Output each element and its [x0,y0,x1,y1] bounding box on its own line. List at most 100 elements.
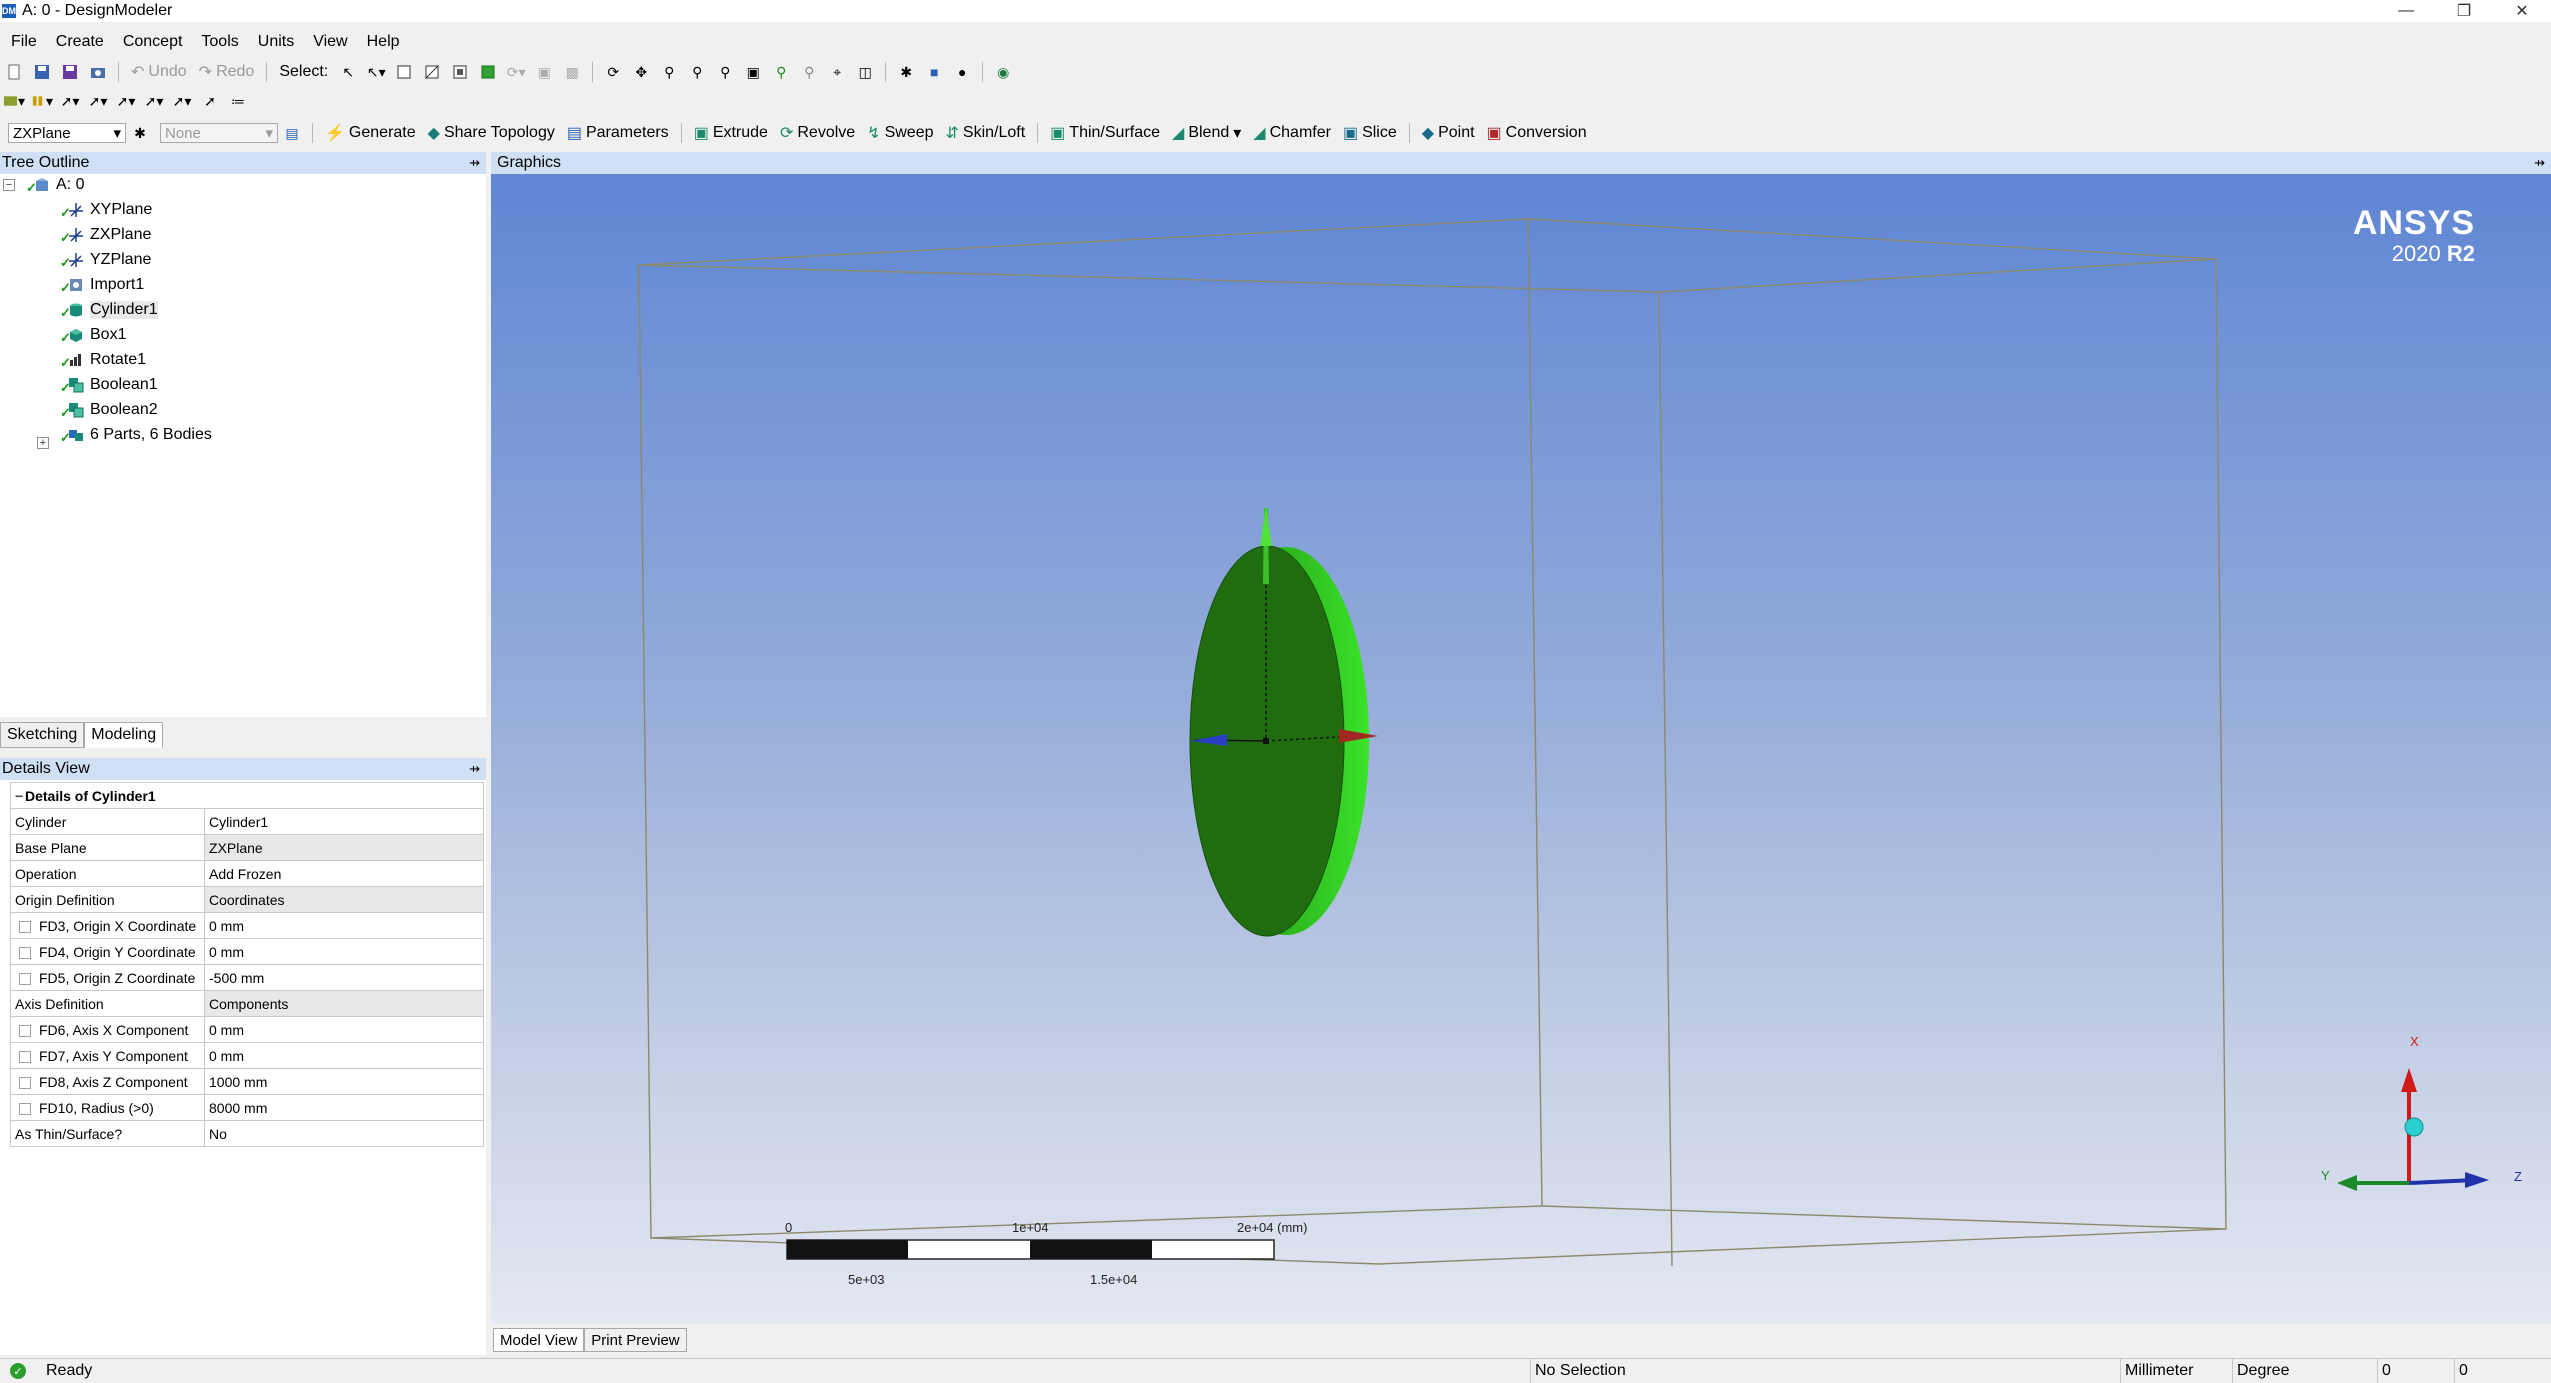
edge-coloring-icon[interactable]: ▾ [31,91,53,111]
property-value[interactable]: 0 mm [204,1016,484,1043]
details-row[interactable]: FD4, Origin Y Coordinate 0 mm [10,938,484,965]
zoom-to-fit-icon[interactable]: ⚲ [714,62,736,82]
curve-tool-icon[interactable]: ➚▾ [87,91,109,111]
pin-icon[interactable]: ⇸ [469,761,480,777]
tree-item-rotate1[interactable]: ✓ Rotate1 [60,349,146,371]
status-angle-unit[interactable]: Degree [2232,1359,2377,1383]
details-row[interactable]: FD10, Radius (>0) 8000 mm [10,1094,484,1121]
pin-icon[interactable]: ⇸ [469,155,480,171]
menu-create[interactable]: Create [45,33,112,51]
property-value[interactable]: -500 mm [204,964,484,991]
box-zoom-icon[interactable]: ⚲ [686,62,708,82]
parameter-checkbox[interactable] [19,1076,31,1089]
magnifier-icon[interactable]: ▣ [742,62,764,82]
select-faces-icon[interactable] [449,62,471,82]
screenshot-icon[interactable] [87,62,109,82]
property-value[interactable]: Coordinates [204,886,484,913]
selection-box-icon[interactable]: ▣ [533,62,555,82]
save-icon[interactable] [31,62,53,82]
parameters-button[interactable]: ▤ Parameters [561,122,675,144]
property-value[interactable]: 0 mm [204,938,484,965]
parameter-checkbox[interactable] [19,1050,31,1063]
rotate-view-icon[interactable]: ⟳ [602,62,624,82]
arc-tool-icon[interactable]: ➚▾ [115,91,137,111]
tree-item-xyplane[interactable]: ✓ XYPlane [60,199,152,221]
chamfer-button[interactable]: ◢ Chamfer [1247,122,1337,144]
property-value[interactable]: No [204,1120,484,1147]
point-button[interactable]: ◆ Point [1416,122,1481,144]
thin-surface-button[interactable]: ▣ Thin/Surface [1044,122,1166,144]
pin-icon[interactable]: ⇸ [2534,155,2545,171]
select-edges-icon[interactable] [421,62,443,82]
collapse-icon[interactable]: − [3,179,15,191]
sketch-combo[interactable]: None ▾ [160,123,278,143]
new-plane-icon[interactable]: ✱ [129,123,151,143]
graphics-viewport[interactable]: ANSYS 2020 R2 0 1e+04 2e+04 (mm) 5e+03 1… [491,174,2551,1324]
tree-root[interactable]: ✓ A: 0 [26,174,84,196]
generate-button[interactable]: ⚡ Generate [319,122,422,144]
spline-tool-icon[interactable]: ➚▾ [143,91,165,111]
slice-button[interactable]: ▣ Slice [1337,122,1403,144]
menu-file[interactable]: File [0,33,45,51]
details-row[interactable]: Cylinder Cylinder1 [10,808,484,835]
tree-item-boolean2[interactable]: ✓ Boolean2 [60,399,158,421]
previous-view-icon[interactable]: ⚲ [770,62,792,82]
pan-icon[interactable]: ✥ [630,62,652,82]
details-row[interactable]: As Thin/Surface? No [10,1120,484,1147]
tab-modeling[interactable]: Modeling [84,722,164,748]
tree-item-box1[interactable]: ✓ Box1 [60,324,126,346]
conversion-button[interactable]: ▣ Conversion [1481,122,1593,144]
expand-icon[interactable]: + [37,437,49,449]
extend-selection-icon[interactable]: ⟳▾ [505,62,527,82]
display-plane-icon[interactable]: ◫ [854,62,876,82]
select-points-icon[interactable] [393,62,415,82]
display-points-icon[interactable]: ✱ [895,62,917,82]
property-value[interactable]: Add Frozen [204,860,484,887]
property-value[interactable]: Components [204,990,484,1017]
undo-button[interactable]: ↶ Undo [125,61,193,83]
sweep-button[interactable]: ↯ Sweep [861,122,939,144]
constraint-tool-icon[interactable]: ≔ [227,91,249,111]
property-value[interactable]: 0 mm [204,912,484,939]
minimize-button[interactable]: — [2377,0,2435,22]
details-row[interactable]: Origin Definition Coordinates [10,886,484,913]
tab-sketching[interactable]: Sketching [0,722,85,748]
blend-button[interactable]: ◢ Blend ▾ [1166,122,1247,144]
parameter-checkbox[interactable] [19,920,31,933]
global-triad[interactable]: X Z Y [2321,1034,2522,1191]
display-edges-icon[interactable]: ▾ [3,91,25,111]
maximize-button[interactable]: ❐ [2435,0,2493,22]
tree-item-zxplane[interactable]: ✓ ZXPlane [60,224,151,246]
details-row[interactable]: Axis Definition Components [10,990,484,1017]
save-as-icon[interactable] [59,62,81,82]
details-group-header[interactable]: − Details of Cylinder1 [10,782,484,809]
details-row[interactable]: Base Plane ZXPlane [10,834,484,861]
tree-item-yzplane[interactable]: ✓ YZPlane [60,249,151,271]
tab-model-view[interactable]: Model View [493,1328,585,1352]
details-row[interactable]: FD7, Axis Y Component 0 mm [10,1042,484,1069]
dimension-tool-icon[interactable]: ➚ [199,91,221,111]
menu-concept[interactable]: Concept [112,33,191,51]
selection-clear-icon[interactable]: ▩ [561,62,583,82]
tree-item-boolean1[interactable]: ✓ Boolean1 [60,374,158,396]
menu-view[interactable]: View [302,33,355,51]
plane-combo[interactable]: ZXPlane ▾ [8,123,126,143]
extrude-button[interactable]: ▣ Extrude [688,122,774,144]
share-topology-button[interactable]: ◆ Share Topology [422,122,561,144]
new-sketch-icon[interactable]: ▤ [281,123,303,143]
tree-item-6-parts-6-bodies[interactable]: ✓ 6 Parts, 6 Bodies [60,424,212,446]
details-row[interactable]: FD5, Origin Z Coordinate -500 mm [10,964,484,991]
isometric-view-icon[interactable]: ⌖ [826,62,848,82]
select-mode-icon[interactable]: ↖ [337,62,359,82]
new-icon[interactable] [3,62,25,82]
parameter-checkbox[interactable] [19,946,31,959]
property-value[interactable]: Cylinder1 [204,808,484,835]
point-tool-icon[interactable]: ➚▾ [171,91,193,111]
select-bodies-icon[interactable] [477,62,499,82]
close-button[interactable]: ✕ [2493,0,2551,22]
skin-loft-button[interactable]: ⇵ Skin/Loft [940,122,1032,144]
parameter-checkbox[interactable] [19,1102,31,1115]
details-row[interactable]: FD6, Axis X Component 0 mm [10,1016,484,1043]
details-row[interactable]: FD3, Origin X Coordinate 0 mm [10,912,484,939]
status-length-unit[interactable]: Millimeter [2120,1359,2232,1383]
